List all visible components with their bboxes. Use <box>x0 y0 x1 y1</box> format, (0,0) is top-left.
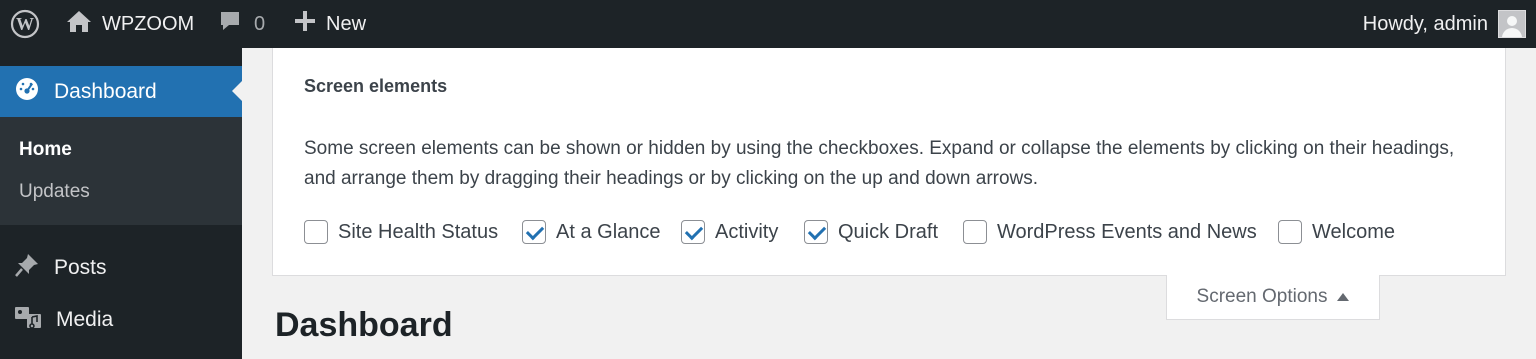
dashboard-gauge-icon <box>14 76 40 108</box>
pin-icon <box>14 252 40 284</box>
activity-checkbox[interactable] <box>681 220 705 244</box>
option-welcome[interactable]: Welcome <box>1278 220 1395 244</box>
submenu-item-home[interactable]: Home <box>19 139 72 161</box>
sidebar-item-label: Posts <box>54 256 107 279</box>
avatar <box>1498 10 1526 38</box>
screen-options-label: Screen Options <box>1196 286 1328 307</box>
new-content-link[interactable]: New <box>294 0 366 48</box>
option-label: Welcome <box>1312 220 1395 243</box>
svg-text:W: W <box>16 14 34 34</box>
welcome-checkbox[interactable] <box>1278 220 1302 244</box>
site-name-link[interactable]: WPZOOM <box>66 0 194 48</box>
option-site-health-status[interactable]: Site Health Status <box>304 220 498 244</box>
at-a-glance-checkbox[interactable] <box>522 220 546 244</box>
screen-options-toggle-button[interactable]: Screen Options <box>1166 275 1380 320</box>
page-title: Dashboard <box>275 306 453 344</box>
plus-icon <box>294 10 316 38</box>
sidebar-item-posts[interactable]: Posts <box>0 244 242 292</box>
screen-elements-description: Some screen elements can be shown or hid… <box>304 138 1455 189</box>
howdy-label: Howdy, admin <box>1362 12 1488 35</box>
option-at-a-glance[interactable]: At a Glance <box>522 220 661 244</box>
site-health-status-checkbox[interactable] <box>304 220 328 244</box>
site-name-label: WPZOOM <box>102 12 195 35</box>
screen-elements-heading: Screen elements <box>304 76 448 96</box>
option-label: WordPress Events and News <box>997 220 1257 243</box>
comments-link[interactable]: 0 <box>218 0 265 48</box>
new-label: New <box>326 12 367 35</box>
sidebar-item-label: Dashboard <box>54 79 157 103</box>
option-label: Site Health Status <box>338 220 499 243</box>
option-label: At a Glance <box>556 220 661 243</box>
sidebar-item-label: Media <box>56 308 114 331</box>
option-activity[interactable]: Activity <box>681 220 778 244</box>
admin-sidebar: Dashboard Home Updates Posts Media <box>0 48 242 359</box>
comment-bubble-icon <box>218 9 242 39</box>
option-quick-draft[interactable]: Quick Draft <box>804 220 938 244</box>
media-icon <box>14 304 42 336</box>
quick-draft-checkbox[interactable] <box>804 220 828 244</box>
dashboard-submenu: Home Updates <box>0 117 242 225</box>
screen-options-panel: Screen elements Some screen elements can… <box>272 48 1506 276</box>
comments-count: 0 <box>254 12 266 35</box>
submenu-item-updates[interactable]: Updates <box>19 181 90 203</box>
arrow-up-icon <box>1337 293 1350 301</box>
sidebar-item-dashboard[interactable]: Dashboard <box>0 66 242 117</box>
option-label: Quick Draft <box>838 220 939 243</box>
home-icon <box>66 9 92 39</box>
sidebar-item-media[interactable]: Media <box>0 296 242 344</box>
wordpress-events-and-news-checkbox[interactable] <box>963 220 987 244</box>
option-label: Activity <box>715 220 779 243</box>
wordpress-logo-icon[interactable]: W <box>10 0 42 48</box>
option-wordpress-events-and-news[interactable]: WordPress Events and News <box>963 220 1257 244</box>
admin-bar: W WPZOOM 0 New Howdy, admin <box>0 0 1536 48</box>
account-menu[interactable]: Howdy, admin <box>1363 0 1526 48</box>
